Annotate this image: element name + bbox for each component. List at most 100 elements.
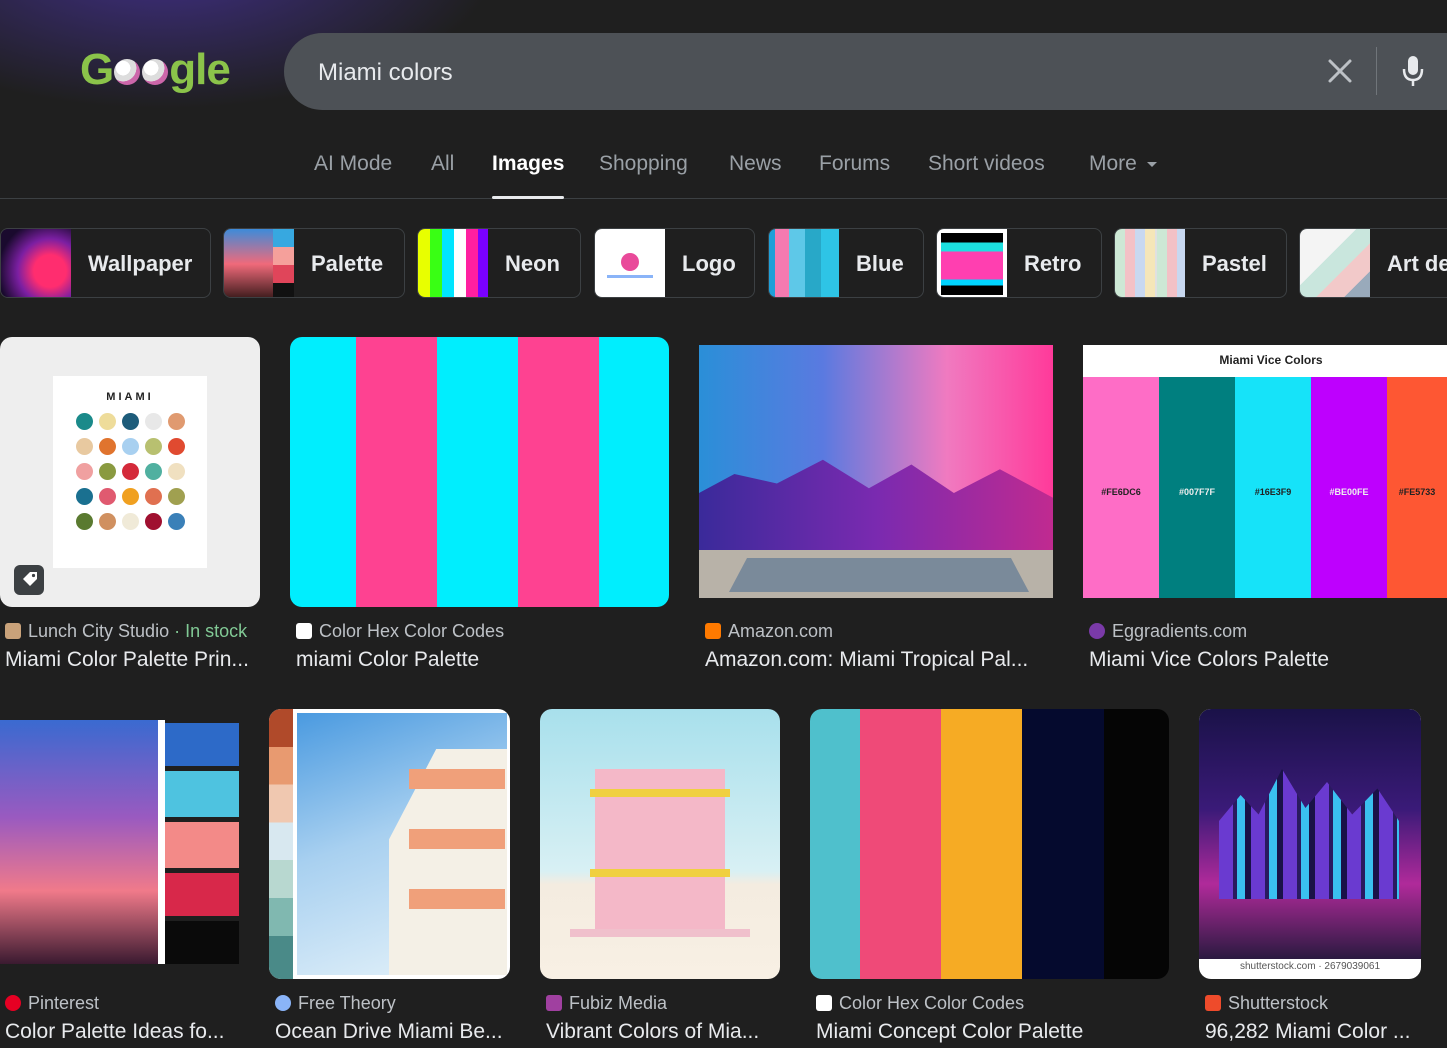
result-title[interactable]: Color Palette Ideas fo... bbox=[5, 1020, 235, 1044]
chevron-down-icon bbox=[1146, 161, 1157, 167]
chip-thumbnail bbox=[224, 229, 294, 297]
divider bbox=[158, 720, 165, 964]
search-tabs: AI Mode All Images Shopping News Forums … bbox=[0, 140, 1447, 199]
result-source[interactable]: Free Theory bbox=[275, 993, 396, 1014]
tower-stripe bbox=[590, 869, 730, 877]
amazon-favicon-icon bbox=[705, 623, 721, 639]
tab-short-videos[interactable]: Short videos bbox=[928, 152, 1045, 198]
chip-neon[interactable]: Neon bbox=[417, 228, 581, 298]
chip-thumbnail bbox=[1300, 229, 1370, 297]
lunch-city-favicon-icon bbox=[5, 623, 21, 639]
tab-shopping[interactable]: Shopping bbox=[599, 152, 688, 198]
sunset-photo bbox=[0, 720, 158, 964]
search-divider bbox=[1376, 47, 1377, 95]
chip-retro[interactable]: Retro bbox=[936, 228, 1102, 298]
result-source[interactable]: Pinterest bbox=[5, 993, 99, 1014]
close-icon[interactable] bbox=[1324, 55, 1356, 87]
tab-all[interactable]: All bbox=[431, 152, 454, 198]
palette-swatches: #FE6DC6 #007F7F #16E3F9 #BE00FE #FE5733 bbox=[1083, 377, 1447, 598]
source-name: Pinterest bbox=[28, 993, 100, 1013]
result-title[interactable]: miami Color Palette bbox=[296, 648, 666, 672]
building-awning bbox=[409, 889, 505, 909]
chip-label: Palette bbox=[311, 251, 384, 276]
result-title[interactable]: Miami Vice Colors Palette bbox=[1089, 648, 1439, 672]
chip-wallpaper[interactable]: Wallpaper bbox=[0, 228, 211, 298]
swatch-hex: #16E3F9 bbox=[1235, 377, 1311, 598]
result-image-shutterstock-miami[interactable]: shutterstock.com · 2679039061 bbox=[1199, 709, 1421, 979]
result-source[interactable]: Eggradients.com bbox=[1089, 621, 1247, 642]
chip-label: Retro bbox=[1024, 251, 1082, 276]
palette-title: Miami Vice Colors bbox=[1219, 353, 1323, 367]
tab-forums[interactable]: Forums bbox=[819, 152, 890, 198]
building-awning bbox=[409, 829, 505, 849]
result-source[interactable]: Color Hex Color Codes bbox=[296, 621, 504, 642]
poster: MIAMI bbox=[53, 376, 207, 568]
chip-thumbnail bbox=[418, 229, 488, 297]
swatch bbox=[165, 723, 239, 766]
tab-images[interactable]: Images bbox=[492, 152, 565, 199]
swatch-hex: #FE6DC6 bbox=[1083, 377, 1159, 598]
microphone-icon[interactable] bbox=[1398, 53, 1428, 89]
source-name: Color Hex Color Codes bbox=[319, 621, 505, 641]
chip-label: Wallpaper bbox=[88, 251, 193, 276]
result-source[interactable]: Lunch City Studio · In stock bbox=[5, 621, 247, 642]
result-image-ocean-drive[interactable] bbox=[269, 709, 510, 979]
source-name: Lunch City Studio bbox=[28, 621, 170, 641]
search-input[interactable] bbox=[316, 33, 1220, 112]
chip-palette[interactable]: Palette bbox=[223, 228, 405, 298]
result-title[interactable]: Vibrant Colors of Mia... bbox=[546, 1020, 776, 1044]
chip-art-deco[interactable]: Art de bbox=[1299, 228, 1447, 298]
tab-more-label: More bbox=[1089, 152, 1137, 175]
result-image-lifeguard-tower[interactable] bbox=[540, 709, 780, 979]
chip-logo[interactable]: Logo bbox=[594, 228, 755, 298]
chip-label: Logo bbox=[682, 251, 736, 276]
source-name: Color Hex Color Codes bbox=[839, 993, 1025, 1013]
swatch bbox=[165, 873, 239, 916]
chip-pastel[interactable]: Pastel bbox=[1114, 228, 1287, 298]
swatch-hex: #BE00FE bbox=[1311, 377, 1387, 598]
source-name: Amazon.com bbox=[728, 621, 834, 641]
google-logo[interactable]: Ggle bbox=[80, 42, 231, 98]
color-hex-favicon-icon bbox=[296, 623, 312, 639]
chip-thumbnail bbox=[1115, 229, 1185, 297]
tab-ai-mode[interactable]: AI Mode bbox=[314, 152, 392, 198]
tower-base bbox=[570, 929, 750, 937]
result-image-miami-color-palette[interactable] bbox=[290, 337, 669, 607]
source-name: Eggradients.com bbox=[1112, 621, 1248, 641]
swatch bbox=[165, 822, 239, 868]
result-source[interactable]: Shutterstock bbox=[1205, 993, 1328, 1014]
chip-label: Neon bbox=[505, 251, 560, 276]
result-source[interactable]: Color Hex Color Codes bbox=[816, 993, 1024, 1014]
result-image-miami-poster[interactable]: MIAMI bbox=[0, 337, 260, 607]
chip-thumbnail bbox=[937, 229, 1007, 297]
fubiz-favicon-icon bbox=[546, 995, 562, 1011]
search-bar[interactable] bbox=[284, 33, 1447, 112]
result-title[interactable]: Miami Color Palette Prin... bbox=[5, 648, 260, 672]
result-title[interactable]: Ocean Drive Miami Be... bbox=[275, 1020, 507, 1044]
result-image-pinterest-palette[interactable] bbox=[0, 720, 239, 964]
result-title[interactable]: Miami Concept Color Palette bbox=[816, 1020, 1166, 1044]
result-title[interactable]: 96,282 Miami Color ... bbox=[1205, 1020, 1420, 1044]
tower-stripe bbox=[590, 789, 730, 797]
result-image-tropical-mural[interactable] bbox=[699, 345, 1053, 598]
source-name: Shutterstock bbox=[1228, 993, 1329, 1013]
result-image-miami-concept-palette[interactable] bbox=[810, 709, 1169, 979]
color-dot-grid bbox=[53, 403, 207, 534]
swatch-hex: #007F7F bbox=[1159, 377, 1235, 598]
shutterstock-favicon-icon bbox=[1205, 995, 1221, 1011]
building-awning bbox=[409, 769, 505, 789]
chip-label: Blue bbox=[856, 251, 904, 276]
result-source[interactable]: Amazon.com bbox=[705, 621, 833, 642]
tab-more[interactable]: More bbox=[1089, 152, 1157, 198]
tag-icon bbox=[23, 572, 37, 586]
chip-thumbnail bbox=[595, 229, 665, 297]
result-image-miami-vice-colors[interactable]: Miami Vice Colors #FE6DC6 #007F7F #16E3F… bbox=[1083, 345, 1447, 598]
chip-blue[interactable]: Blue bbox=[768, 228, 924, 298]
chip-thumbnail bbox=[1, 229, 71, 297]
result-title[interactable]: Amazon.com: Miami Tropical Pal... bbox=[705, 648, 1045, 672]
tab-news[interactable]: News bbox=[729, 152, 782, 198]
result-source[interactable]: Fubiz Media bbox=[546, 993, 667, 1014]
eggradients-favicon-icon bbox=[1089, 623, 1105, 639]
rug bbox=[729, 558, 1029, 592]
price-tag-badge bbox=[14, 565, 44, 595]
